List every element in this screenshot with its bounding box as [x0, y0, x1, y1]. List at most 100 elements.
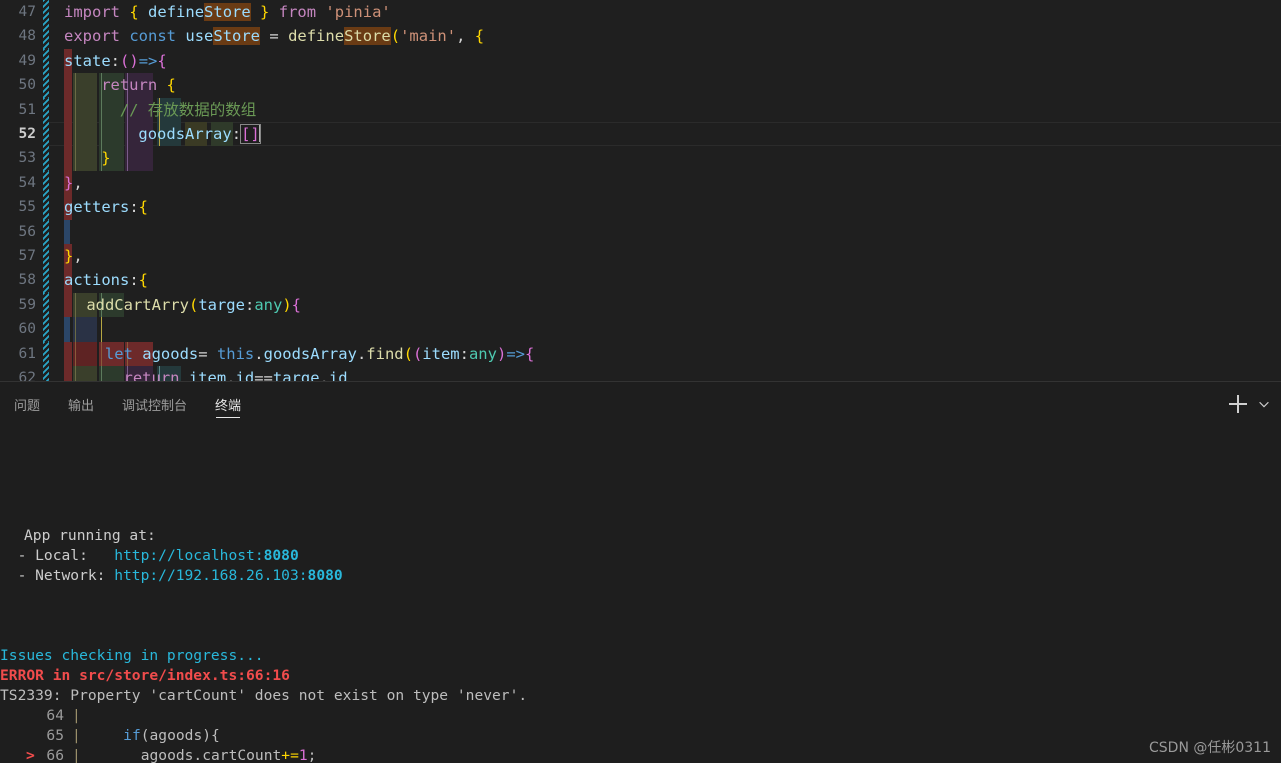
modified-gutter-indicator [43, 244, 49, 269]
code-editor[interactable]: 47 import { defineStore } from 'pinia' 48 e… [0, 0, 1281, 382]
snippet-line: >66 | agoods.cartCount+=1; [0, 746, 1281, 763]
indent-guide-line [75, 146, 77, 171]
panel-tab-label: 终端 [215, 398, 242, 414]
panel-tab-3[interactable]: 终端 [201, 382, 255, 426]
modified-gutter-indicator [43, 366, 49, 382]
network-label: - Network: [0, 567, 115, 584]
line-number: 54 [18, 174, 36, 191]
terminal-output[interactable]: App running at: - Local: http://localhos… [0, 426, 1281, 763]
indent-guide-band [64, 317, 70, 342]
modified-gutter-indicator [43, 48, 49, 74]
line-number: 50 [18, 77, 36, 94]
modified-gutter-indicator [43, 73, 49, 98]
indent-guide-line [75, 73, 77, 98]
indent-guide-band [64, 122, 73, 147]
indent-guide-line [101, 341, 103, 366]
indent-guide-band [73, 122, 98, 147]
indent-guide-band [73, 317, 98, 342]
snippet-line: 65 | if(agoods){ [0, 726, 1281, 746]
error-marker-icon: > [26, 747, 35, 763]
modified-gutter-indicator [43, 292, 49, 318]
line-content: addCartArry(targe:any){ [86, 295, 302, 314]
indent-guide-line [101, 97, 103, 122]
error-line[interactable]: ERROR in src/store/index.ts:66:16 [0, 666, 1281, 686]
line-number: 60 [18, 321, 36, 338]
indent-guide-line [101, 122, 103, 147]
network-port[interactable]: 8080 [308, 567, 343, 584]
snippet-line-number: 65 [46, 727, 64, 744]
modified-gutter-indicator [43, 268, 49, 293]
editor-line[interactable]: 49 state:()=>{ [0, 48, 1281, 74]
panel-actions [1229, 382, 1271, 426]
panel-tab-2[interactable]: 调试控制台 [108, 382, 201, 426]
line-content: import { defineStore } from 'pinia' [64, 3, 391, 21]
editor-line[interactable]: 60 [0, 317, 1281, 342]
editor-line[interactable]: 62 return item.id==targe.id [0, 366, 1281, 382]
indent-guide-band [64, 219, 70, 244]
line-number: 62 [18, 370, 36, 382]
editor-line[interactable]: 58 actions:{ [0, 268, 1281, 293]
line-number: 61 [18, 345, 36, 362]
line-content: return { [101, 76, 176, 95]
indent-guide-band [64, 341, 73, 366]
editor-line[interactable]: 54}, [0, 170, 1281, 196]
panel-tab-label: 调试控制台 [122, 398, 188, 414]
error-message-line: TS2339: Property 'cartCount' does not ex… [0, 687, 528, 704]
line-number: 55 [18, 199, 36, 216]
network-url-line: - Network: http://192.168.26.103:8080 [0, 566, 1281, 586]
panel-tab-1[interactable]: 输出 [54, 382, 108, 426]
line-number: 48 [18, 28, 36, 45]
indent-guide-band [73, 341, 98, 366]
snippet-gutter-bar: | [72, 747, 81, 763]
line-number: 57 [18, 248, 36, 264]
line-number: 52 [18, 126, 36, 142]
chevron-down-icon[interactable] [1257, 397, 1271, 411]
editor-line[interactable]: 50 return { [0, 73, 1281, 98]
line-content: return item.id==targe.id [123, 369, 348, 382]
panel-tab-0[interactable]: 问题 [0, 382, 54, 426]
modified-gutter-indicator [43, 97, 49, 122]
local-url[interactable]: http://localhost: [114, 547, 263, 564]
terminal-blank [0, 606, 1281, 626]
editor-line[interactable]: 53} [0, 146, 1281, 171]
snippet-gutter-bar: | [72, 707, 81, 724]
editor-line[interactable]: 51 // 存放数据的数组 [0, 97, 1281, 122]
indent-guide-band [73, 366, 98, 382]
editor-line[interactable]: 61 let agoods= this.goodsArray.find((item… [0, 341, 1281, 366]
modified-gutter-indicator [43, 170, 49, 196]
line-content: } [101, 149, 111, 168]
editor-line[interactable]: 52 goodsArray:[] [0, 122, 1281, 147]
network-url[interactable]: http://192.168.26.103: [114, 567, 307, 584]
active-tab-underline [216, 417, 241, 418]
line-content: state:()=>{ [64, 51, 167, 70]
indent-guide-line [75, 341, 77, 366]
snippet-line-text: agoods.cartCount+=1; [88, 747, 317, 763]
editor-line[interactable]: 56 [0, 219, 1281, 244]
panel-tab-label: 输出 [68, 398, 95, 414]
modified-gutter-indicator [43, 146, 49, 171]
indent-guide-band [64, 73, 73, 98]
local-url-line: - Local: http://localhost:8080 [0, 546, 1281, 566]
editor-line[interactable]: 55 getters:{ [0, 195, 1281, 220]
app-running-label: App running at: [0, 526, 1281, 546]
line-number: 53 [18, 150, 36, 167]
indent-guide-line [75, 317, 77, 342]
editor-line[interactable]: 47 import { defineStore } from 'pinia' [0, 0, 1281, 25]
modified-gutter-indicator [43, 195, 49, 220]
panel-tab-bar: 问题 输出 调试控制台 终端 [0, 382, 1281, 426]
new-terminal-icon[interactable] [1229, 395, 1247, 413]
local-port[interactable]: 8080 [264, 547, 299, 564]
terminal-blank [0, 506, 1281, 526]
watermark: CSDN @任彬0311 [1149, 740, 1271, 756]
editor-line[interactable]: 48 export const useStore = defineStore('m… [0, 24, 1281, 49]
indent-guide-band [73, 97, 98, 122]
line-content: let agoods= this.goodsArray.find((item:a… [104, 344, 535, 363]
vscode-window: 47 import { defineStore } from 'pinia' 48 e… [0, 0, 1281, 763]
snippet-line-number: 64 [46, 707, 64, 724]
snippet-line-text [88, 706, 97, 726]
editor-line[interactable]: 57}, [0, 244, 1281, 269]
line-content: }, [64, 247, 83, 265]
editor-line[interactable]: 59 addCartArry(targe:any){ [0, 292, 1281, 318]
modified-gutter-indicator [43, 0, 49, 25]
snippet-line: 64 | [0, 706, 1281, 726]
